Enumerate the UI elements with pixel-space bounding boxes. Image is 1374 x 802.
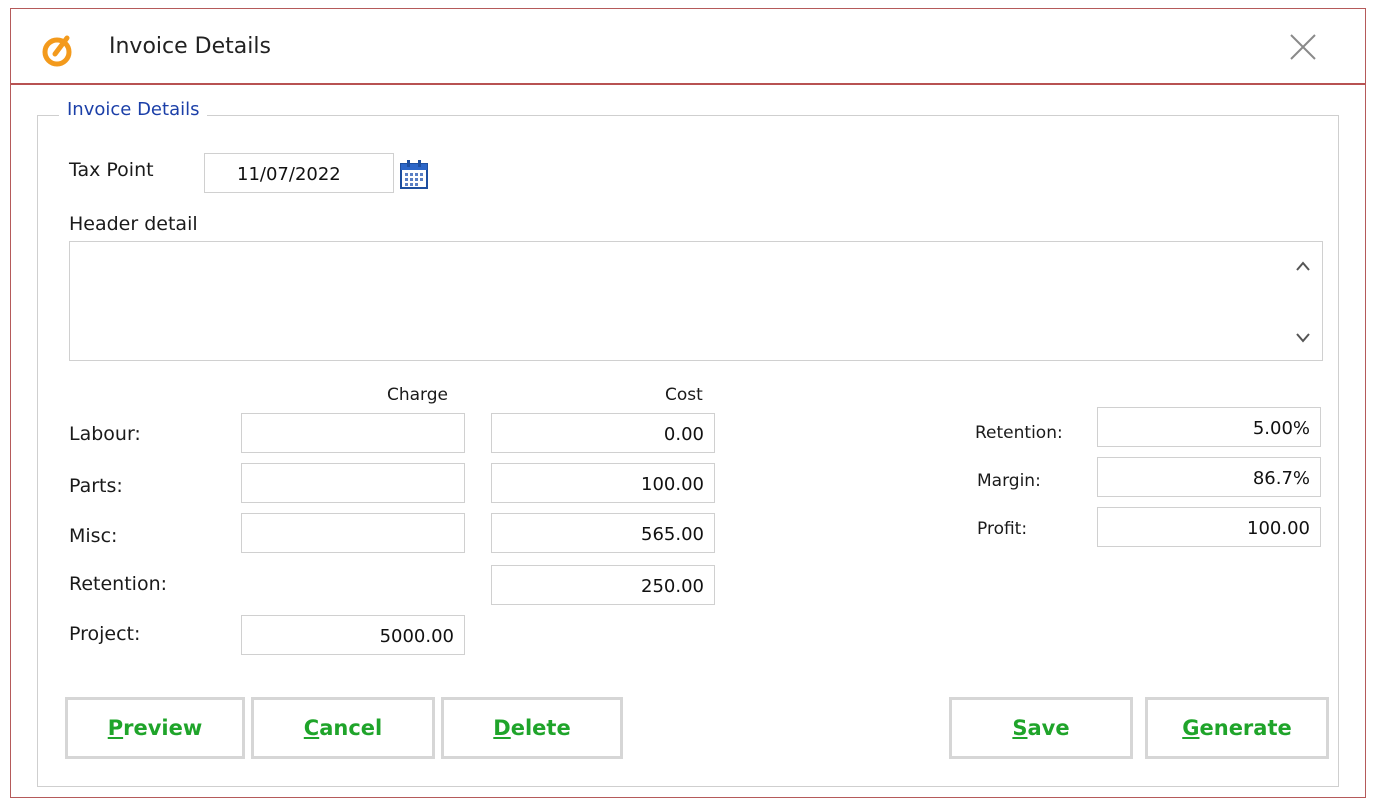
preview-accel-key: P	[107, 716, 124, 740]
margin-label: Margin:	[977, 471, 1041, 491]
cancel-accel-key: C	[303, 716, 320, 740]
cancel-button-label: ancel	[319, 716, 383, 740]
labour-label: Labour:	[69, 423, 141, 445]
delete-accel-key: D	[493, 716, 511, 740]
labour-charge-input[interactable]	[241, 413, 465, 453]
retention-percent-label: Retention:	[975, 423, 1063, 443]
profit-label: Profit:	[977, 519, 1028, 539]
app-logo-icon	[42, 35, 72, 67]
close-icon[interactable]	[1285, 29, 1321, 65]
generate-button[interactable]: Generate	[1145, 697, 1329, 759]
chevron-down-icon[interactable]	[1284, 320, 1322, 356]
group-legend: Invoice Details	[59, 99, 208, 120]
generate-accel-key: G	[1182, 716, 1200, 740]
header-detail-scrollbar[interactable]	[1284, 242, 1322, 360]
cost-column-header: Cost	[665, 385, 703, 405]
parts-charge-input[interactable]	[241, 463, 465, 503]
misc-label: Misc:	[69, 525, 118, 547]
chevron-up-icon[interactable]	[1284, 248, 1322, 284]
charge-column-header: Charge	[387, 385, 449, 405]
retention-cost-input[interactable]: 250.00	[491, 565, 715, 605]
window-title: Invoice Details	[109, 34, 271, 59]
margin-input[interactable]: 86.7%	[1097, 457, 1321, 497]
parts-cost-input[interactable]: 100.00	[491, 463, 715, 503]
delete-button[interactable]: Delete	[441, 697, 623, 759]
header-detail-textarea[interactable]	[69, 241, 1323, 361]
generate-button-label: enerate	[1199, 716, 1292, 740]
misc-cost-input[interactable]: 565.00	[491, 513, 715, 553]
retention-label: Retention:	[69, 573, 168, 595]
tax-point-date-input[interactable]: 11/07/2022	[204, 153, 394, 193]
preview-button-label: review	[123, 716, 203, 740]
misc-charge-input[interactable]	[241, 513, 465, 553]
project-charge-input[interactable]: 5000.00	[241, 615, 465, 655]
save-accel-key: S	[1012, 716, 1028, 740]
tax-point-label: Tax Point	[69, 159, 154, 181]
title-bar: Invoice Details	[11, 9, 1365, 85]
labour-cost-input[interactable]: 0.00	[491, 413, 715, 453]
delete-button-label: elete	[510, 716, 571, 740]
header-detail-label: Header detail	[69, 213, 198, 235]
invoice-details-window: Invoice Details Invoice Details Tax Poin…	[10, 8, 1366, 798]
profit-input[interactable]: 100.00	[1097, 507, 1321, 547]
parts-label: Parts:	[69, 475, 123, 497]
save-button-label: ave	[1027, 716, 1070, 740]
calendar-icon[interactable]	[396, 157, 432, 193]
cancel-button[interactable]: Cancel	[251, 697, 435, 759]
retention-percent-input[interactable]: 5.00%	[1097, 407, 1321, 447]
save-button[interactable]: Save	[949, 697, 1133, 759]
preview-button[interactable]: Preview	[65, 697, 245, 759]
project-label: Project:	[69, 623, 141, 645]
